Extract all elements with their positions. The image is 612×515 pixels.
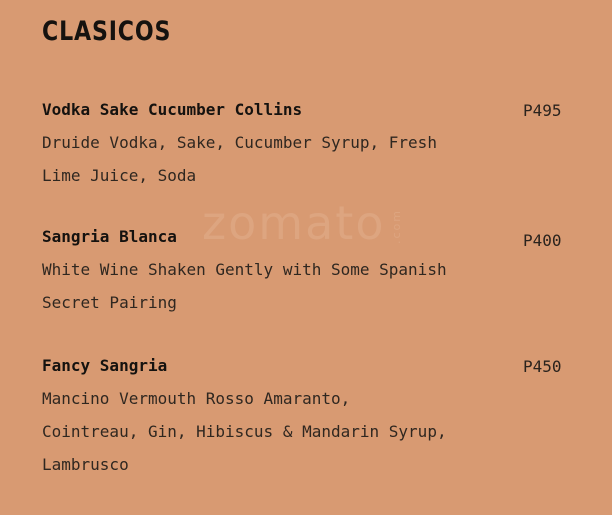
zomato-watermark: zomato .com <box>202 196 404 250</box>
item-description-line: Druide Vodka, Sake, Cucumber Syrup, Fres… <box>42 133 437 152</box>
menu-page: zomato .com CLASICOS Vodka Sake Cucumber … <box>0 0 612 515</box>
item-name: Fancy Sangria <box>42 356 168 375</box>
item-price: P450 <box>523 357 562 376</box>
item-name: Sangria Blanca <box>42 227 177 246</box>
item-description-line: Cointreau, Gin, Hibiscus & Mandarin Syru… <box>42 422 447 441</box>
item-name: Vodka Sake Cucumber Collins <box>42 100 303 119</box>
item-description-line: Mancino Vermouth Rosso Amaranto, <box>42 389 351 408</box>
item-description-line: Secret Pairing <box>42 293 177 312</box>
section-title: CLASICOS <box>42 16 172 47</box>
item-price: P495 <box>523 101 562 120</box>
item-description-line: White Wine Shaken Gently with Some Spani… <box>42 260 447 279</box>
item-description-line: Lime Juice, Soda <box>42 166 197 185</box>
item-price: P400 <box>523 231 562 250</box>
item-description-line: Lambrusco <box>42 455 129 474</box>
